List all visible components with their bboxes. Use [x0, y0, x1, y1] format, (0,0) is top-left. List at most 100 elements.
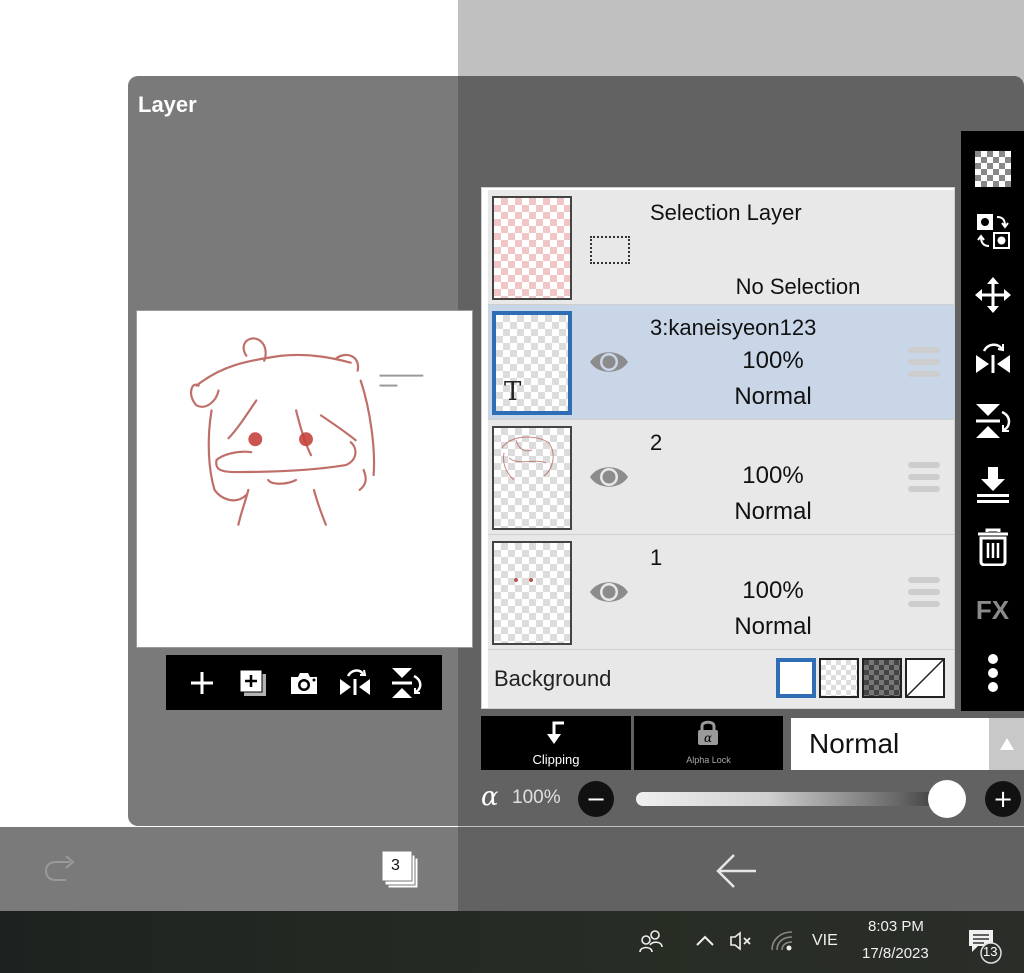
add-layer-icon	[190, 671, 213, 694]
layer-list: Selection Layer No Selection T 3:kaneisy…	[481, 187, 955, 709]
blend-mode-dropdown-button[interactable]	[989, 718, 1024, 770]
background-row: Background	[488, 650, 954, 708]
alpha-lock-label: Alpha Lock	[686, 755, 731, 765]
layer-thumbnail-sketch	[501, 436, 554, 481]
add-layer-button[interactable]	[182, 663, 222, 703]
canvas-preview[interactable]	[136, 310, 473, 648]
swap-layer-icon	[976, 213, 1010, 249]
layer-row[interactable]: T 3:kaneisyeon123 100% Normal	[488, 305, 954, 420]
flip-horizontal-button[interactable]	[335, 663, 375, 703]
visibility-eye-icon[interactable]	[588, 575, 630, 609]
layer-name: 1	[650, 545, 663, 570]
selection-layer-row[interactable]: Selection Layer No Selection	[488, 190, 954, 305]
layer-thumbnail	[492, 426, 572, 530]
svg-text:α: α	[704, 731, 712, 745]
background-dark-checker-option[interactable]	[862, 658, 902, 698]
clipping-arrow-icon	[547, 721, 564, 744]
people-icon[interactable]	[638, 928, 664, 954]
swap-layer-button[interactable]	[971, 210, 1015, 254]
merge-down-icon	[976, 467, 1009, 504]
layer-row[interactable]: 1 100% Normal	[488, 535, 954, 650]
flip-vertical-icon	[392, 667, 422, 698]
flip-horizontal-icon	[975, 343, 1010, 373]
volume-muted-icon[interactable]	[728, 930, 754, 952]
minus-icon: −	[585, 785, 607, 813]
flip-horizontal-layer-button[interactable]	[971, 336, 1015, 380]
opacity-slider-track[interactable]	[636, 792, 966, 806]
clock-time[interactable]: 8:03 PM	[868, 918, 924, 935]
visibility-eye-icon[interactable]	[588, 345, 630, 379]
more-options-button[interactable]	[971, 651, 1015, 695]
more-vertical-icon	[987, 654, 998, 693]
layer-thumbnail-sketch	[514, 578, 533, 582]
camera-icon	[290, 672, 317, 694]
move-button[interactable]	[971, 273, 1015, 317]
drag-handle-icon[interactable]	[908, 347, 940, 377]
visibility-eye-icon[interactable]	[588, 460, 630, 494]
layer-thumbnail	[492, 541, 572, 645]
duplicate-layer-button[interactable]	[233, 663, 273, 703]
import-photo-button[interactable]	[284, 663, 324, 703]
layer-name: 2	[650, 430, 663, 455]
background-none-option[interactable]	[905, 658, 945, 698]
layers-count: 3	[391, 857, 400, 874]
trash-icon	[977, 528, 1008, 567]
opacity-slider-thumb[interactable]	[928, 780, 966, 818]
transparency-checker-icon	[974, 150, 1011, 187]
layer-blend-mode: Normal	[734, 613, 812, 640]
layer-opacity: 100%	[742, 347, 804, 374]
layer-blend-mode: Normal	[734, 498, 812, 525]
diagonal-line-icon	[906, 659, 944, 697]
layer-blend-mode: Normal	[734, 383, 812, 410]
duplicate-layer-icon	[239, 669, 266, 696]
panel-title: Layer	[138, 92, 197, 117]
layer-row[interactable]: 2 100% Normal	[488, 420, 954, 535]
sketch-drawing	[189, 337, 424, 526]
notification-count: 13	[983, 944, 998, 959]
text-layer-icon: T	[504, 377, 522, 407]
layer-thumbnail: T	[492, 311, 572, 415]
wifi-icon[interactable]	[770, 930, 794, 952]
decrease-opacity-button[interactable]: −	[578, 781, 614, 817]
lock-icon: α	[698, 720, 718, 745]
flip-horizontal-icon	[340, 668, 371, 695]
layer-opacity: 100%	[742, 577, 804, 604]
layers-count-button[interactable]: 3	[378, 848, 428, 894]
drag-handle-icon[interactable]	[908, 577, 940, 607]
notification-center-button[interactable]: 13	[966, 926, 1006, 966]
clock-date[interactable]: 17/8/2023	[862, 945, 929, 962]
background-transparent-option[interactable]	[819, 658, 859, 698]
alpha-lock-button[interactable]: α Alpha Lock	[634, 716, 783, 770]
background-label: Background	[494, 666, 612, 691]
triangle-up-icon	[999, 738, 1014, 750]
opacity-value: 100%	[512, 787, 561, 808]
merge-down-button[interactable]	[971, 462, 1015, 506]
arrow-left-icon	[716, 854, 756, 888]
transparency-button[interactable]	[971, 147, 1015, 191]
delete-layer-button[interactable]	[971, 525, 1015, 569]
clipping-label: Clipping	[532, 752, 580, 767]
layer-opacity: 100%	[742, 462, 804, 489]
selection-layer-name: Selection Layer	[650, 200, 802, 225]
selection-layer-thumbnail	[492, 196, 572, 300]
flip-vertical-button[interactable]	[386, 663, 426, 703]
layers-stack-icon	[381, 850, 419, 889]
flip-vertical-icon	[975, 403, 1010, 438]
background-white-option[interactable]	[776, 658, 816, 698]
move-icon	[974, 276, 1011, 313]
back-button[interactable]	[712, 848, 762, 894]
drag-handle-icon[interactable]	[908, 462, 940, 492]
clipping-button[interactable]: Clipping	[481, 716, 631, 770]
layer-tools-toolbar: FX	[961, 131, 1024, 711]
input-language[interactable]: VIE	[812, 932, 838, 950]
plus-icon: +	[992, 785, 1014, 813]
blend-mode-select[interactable]: Normal	[791, 718, 989, 770]
fx-icon: FX	[975, 594, 1010, 625]
flip-vertical-layer-button[interactable]	[971, 399, 1015, 443]
preview-toolbar	[166, 655, 442, 710]
chevron-up-icon[interactable]	[694, 932, 716, 948]
selection-marquee-icon	[590, 236, 630, 264]
fx-button[interactable]: FX	[971, 588, 1015, 632]
increase-opacity-button[interactable]: +	[985, 781, 1021, 817]
redo-button[interactable]	[40, 848, 86, 894]
